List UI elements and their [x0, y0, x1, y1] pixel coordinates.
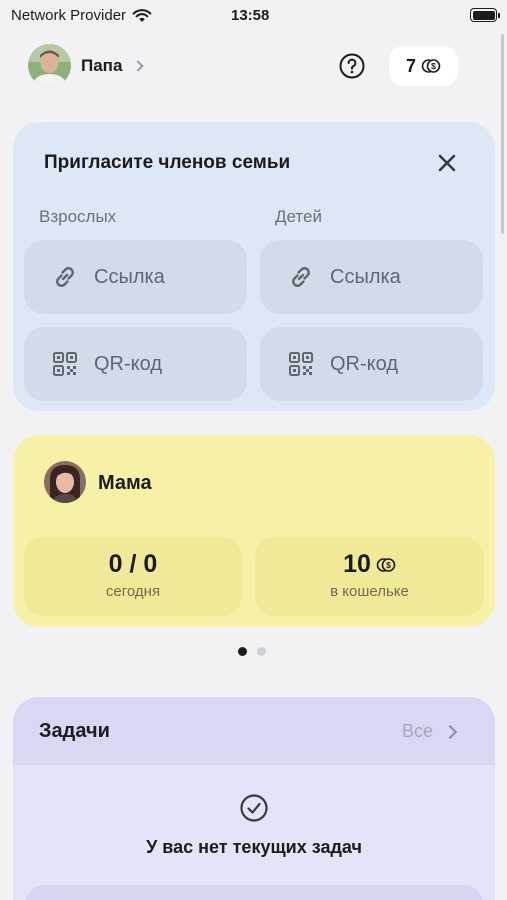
page-dot[interactable]: [257, 647, 266, 656]
svg-text:$: $: [431, 61, 436, 71]
adults-label: Взрослых: [39, 207, 117, 226]
member-card[interactable]: Мама 0 / 0 сегодня 10 $ в кошельке: [13, 435, 495, 627]
wifi-icon: [132, 8, 152, 22]
wallet-value: 10: [343, 550, 371, 578]
help-icon[interactable]: [339, 53, 365, 79]
coins-balance-button[interactable]: 7 $: [389, 46, 458, 86]
add-task-area[interactable]: [25, 885, 483, 900]
top-header: Папа 7 $: [0, 44, 507, 88]
today-label: сегодня: [105, 583, 161, 600]
tasks-all-link[interactable]: Все: [402, 721, 458, 742]
tasks-header: Задачи Все: [13, 697, 495, 765]
profile-switcher[interactable]: Папа: [28, 44, 145, 87]
invite-title: Пригласите членов семьи: [44, 152, 291, 173]
tasks-empty-message: У вас нет текущих задач: [146, 837, 362, 857]
adult-link-button[interactable]: Ссылка: [24, 240, 247, 314]
member-name: Мама: [98, 472, 152, 494]
kids-label: Детей: [275, 207, 322, 226]
tasks-card: Задачи Все У вас нет текущих задач: [13, 697, 495, 900]
kid-link-label: Ссылка: [330, 265, 401, 288]
member-avatar: [44, 461, 86, 503]
wallet-balance: 10 $ в кошельке: [255, 537, 484, 616]
today-value: 0 / 0: [108, 550, 158, 578]
clock: 13:58: [231, 7, 270, 24]
link-icon: [56, 267, 74, 287]
tasks-title: Задачи: [39, 720, 110, 742]
adult-qr-label: QR-код: [94, 352, 162, 375]
carrier: Network Provider: [11, 7, 152, 24]
page-indicator: [238, 647, 266, 656]
qr-code-icon: [53, 352, 77, 376]
coins-count: 7: [405, 55, 416, 76]
chevron-right-icon: [132, 59, 145, 72]
check-circle-icon: [240, 794, 268, 822]
coins-icon: $: [376, 557, 396, 572]
wallet-label: в кошельке: [330, 583, 409, 600]
profile-name: Папа: [81, 55, 123, 75]
tasks-all-label: Все: [402, 721, 434, 741]
carrier-name: Network Provider: [11, 7, 127, 24]
adult-qr-button[interactable]: QR-код: [24, 327, 247, 401]
close-icon[interactable]: [435, 151, 459, 175]
chevron-right-icon: [442, 724, 458, 739]
battery-icon: [470, 8, 500, 22]
qr-code-icon: [289, 352, 313, 376]
coins-icon: $: [421, 59, 441, 73]
adult-link-label: Ссылка: [94, 265, 165, 288]
link-icon: [292, 267, 310, 287]
status-bar: Network Provider 13:58: [0, 0, 507, 34]
kid-qr-button[interactable]: QR-код: [260, 327, 483, 401]
svg-text:$: $: [386, 560, 391, 570]
invite-family-card: Пригласите членов семьи Взрослых Детей С…: [13, 122, 495, 411]
today-progress: 0 / 0 сегодня: [24, 537, 242, 616]
kid-link-button[interactable]: Ссылка: [260, 240, 483, 314]
avatar: [28, 44, 71, 87]
kid-qr-label: QR-код: [330, 352, 398, 375]
page-dot-active[interactable]: [238, 647, 247, 656]
